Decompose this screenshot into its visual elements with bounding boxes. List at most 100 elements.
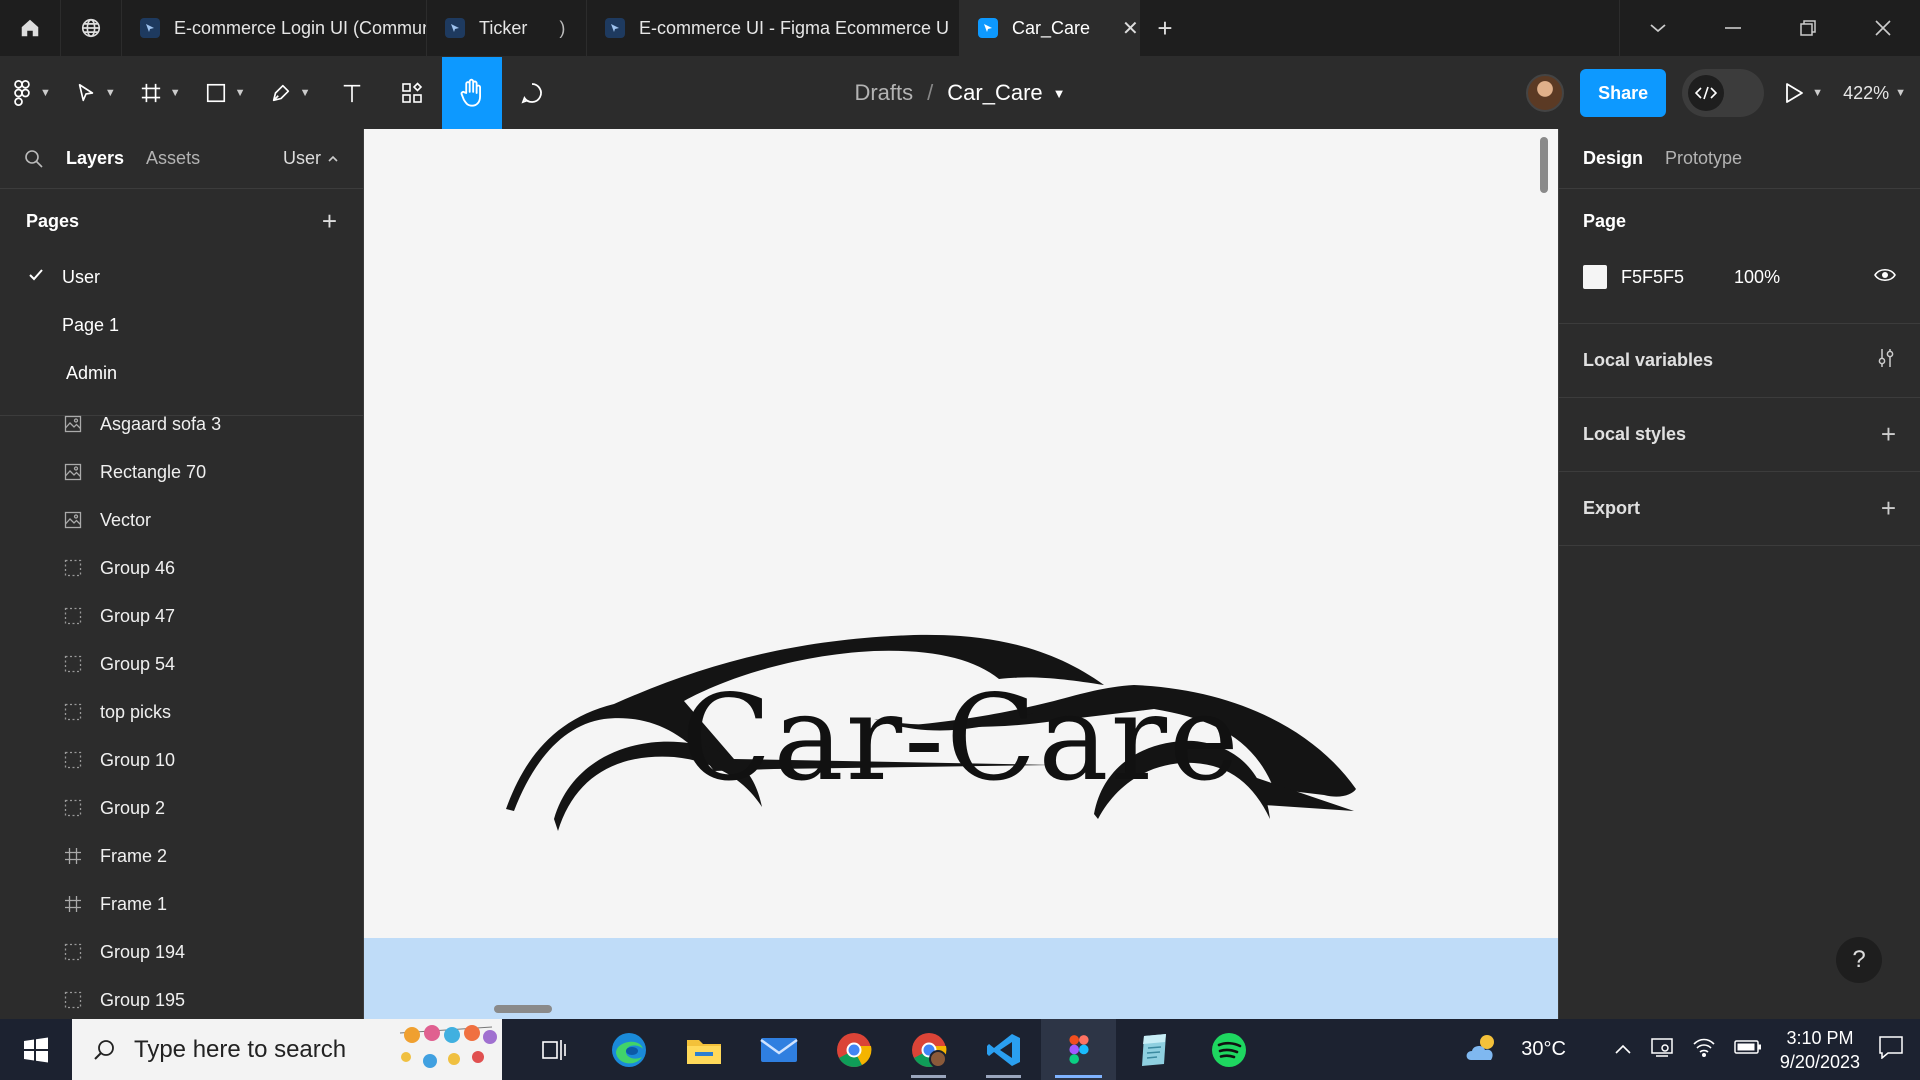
layer-item[interactable]: Group 2 — [0, 784, 363, 832]
chevron-up-icon[interactable] — [1614, 1038, 1632, 1061]
breadcrumb-drafts[interactable]: Drafts — [854, 80, 913, 106]
layer-label: Group 47 — [100, 605, 176, 626]
vertical-scrollbar[interactable] — [1540, 137, 1548, 193]
chrome-icon[interactable] — [816, 1019, 891, 1080]
add-page-button[interactable]: + — [322, 206, 337, 237]
layer-item[interactable]: Vector — [0, 496, 363, 544]
pages-section-header: Pages + — [0, 189, 363, 253]
chevron-down-icon[interactable]: ▼ — [1053, 86, 1066, 101]
page-label: Page 1 — [62, 314, 120, 335]
file-name[interactable]: Car_Care — [947, 80, 1042, 106]
globe-icon[interactable] — [61, 0, 122, 56]
layer-item[interactable]: Group 46 — [0, 544, 363, 592]
eye-icon[interactable] — [1874, 267, 1896, 288]
home-icon[interactable] — [0, 0, 61, 56]
page-item-page-1[interactable]: Page 1 — [0, 301, 363, 349]
page-item-user[interactable]: User — [0, 253, 363, 301]
frame-tool[interactable]: ▼ — [128, 57, 193, 129]
pen-tool[interactable]: ▼ — [258, 57, 323, 129]
color-swatch[interactable] — [1583, 265, 1607, 289]
chrome-profile-icon[interactable] — [891, 1019, 966, 1080]
figma-app-icon[interactable] — [1041, 1019, 1116, 1080]
battery-icon[interactable] — [1734, 1038, 1762, 1061]
meet-now-icon[interactable] — [1650, 1036, 1674, 1064]
figma-logo-icon — [14, 80, 30, 106]
spotify-icon[interactable] — [1191, 1019, 1266, 1080]
main-menu-button[interactable]: ▼ — [0, 57, 63, 129]
page-opacity-value[interactable]: 100% — [1734, 267, 1780, 288]
page-selector[interactable]: User — [283, 148, 339, 169]
close-window-icon[interactable] — [1845, 0, 1920, 56]
figma-file-icon — [140, 18, 160, 38]
dev-mode-toggle[interactable] — [1682, 69, 1765, 117]
add-style-button[interactable]: + — [1881, 419, 1896, 450]
tab-assets[interactable]: Assets — [146, 148, 200, 169]
edge-icon[interactable] — [591, 1019, 666, 1080]
windows-start-icon[interactable] — [0, 1019, 72, 1080]
design-canvas[interactable]: Car-Care — [364, 129, 1558, 1019]
chevron-down-icon: ▼ — [1812, 87, 1824, 99]
new-tab-button[interactable]: + — [1140, 0, 1190, 56]
layer-item[interactable]: Group 47 — [0, 592, 363, 640]
notification-center-icon[interactable] — [1878, 1035, 1904, 1065]
tab-ecommerce-ui[interactable]: E-commerce UI - Figma Ecommerce U — [587, 0, 960, 56]
horizontal-scrollbar[interactable] — [494, 1005, 552, 1013]
resources-tool[interactable] — [382, 57, 442, 129]
zoom-menu[interactable]: 422% ▼ — [1843, 83, 1906, 104]
layer-item[interactable]: Group 195 — [0, 976, 363, 1019]
page-item-admin[interactable]: Admin — [0, 349, 363, 397]
group-icon — [64, 751, 82, 769]
tab-prototype[interactable]: Prototype — [1665, 148, 1742, 169]
tab-ticker[interactable]: Ticker ) — [427, 0, 587, 56]
local-styles-label: Local styles — [1583, 424, 1687, 444]
clock-time: 3:10 PM — [1786, 1027, 1854, 1048]
pen-icon — [272, 84, 289, 102]
layer-item[interactable]: Frame 2 — [0, 832, 363, 880]
system-clock[interactable]: 3:10 PM 9/20/2023 — [1780, 1026, 1860, 1074]
wifi-icon[interactable] — [1692, 1037, 1716, 1063]
pages-title: Pages — [26, 210, 80, 231]
tab-label: Car_Care — [1012, 17, 1091, 38]
layer-item[interactable]: Asgaard sofa 3 — [0, 400, 363, 448]
tab-layers[interactable]: Layers — [66, 148, 124, 169]
notes-app-icon[interactable] — [1116, 1019, 1191, 1080]
present-button[interactable]: ▼ — [1780, 57, 1827, 129]
figma-toolbar: ▼ ▼ ▼ ▼ ▼ Drafts / Car_Care ▼ Share ▼ 42… — [0, 57, 1920, 129]
page-color-value[interactable]: F5F5F5 — [1621, 267, 1684, 288]
share-button[interactable]: Share — [1580, 69, 1667, 117]
layer-item[interactable]: Rectangle 70 — [0, 448, 363, 496]
restore-icon[interactable] — [1770, 0, 1845, 56]
tab-car-care[interactable]: Car_Care ✕ — [960, 0, 1140, 56]
task-view-icon[interactable] — [516, 1019, 591, 1080]
file-explorer-icon[interactable] — [666, 1019, 741, 1080]
search-placeholder: Type here to search — [134, 1035, 347, 1063]
mail-icon[interactable] — [741, 1019, 816, 1080]
avatar[interactable] — [1526, 74, 1565, 112]
shape-tool[interactable]: ▼ — [193, 57, 258, 129]
comment-tool[interactable] — [502, 57, 562, 129]
close-tab-icon[interactable]: ✕ — [1122, 16, 1139, 41]
layer-item[interactable]: Group 194 — [0, 928, 363, 976]
text-tool[interactable] — [322, 57, 382, 129]
sliders-icon[interactable] — [1876, 345, 1896, 376]
hand-tool[interactable] — [442, 57, 503, 129]
layer-item[interactable]: Group 10 — [0, 736, 363, 784]
layer-item[interactable]: Group 54 — [0, 640, 363, 688]
brand-text: Car-Care — [681, 669, 1241, 807]
search-icon[interactable] — [24, 149, 44, 169]
taskbar-search[interactable]: Type here to search — [72, 1019, 502, 1080]
layer-item[interactable]: Frame 1 — [0, 880, 363, 928]
move-tool[interactable]: ▼ — [63, 57, 128, 129]
help-button[interactable]: ? — [1836, 937, 1882, 983]
weather-temperature[interactable]: 30°C — [1521, 1038, 1566, 1061]
weather-cloud-icon[interactable] — [1463, 1032, 1503, 1068]
tab-design[interactable]: Design — [1583, 148, 1643, 169]
minimize-icon[interactable] — [1695, 0, 1770, 56]
properties-tabs: Design Prototype — [1559, 129, 1920, 189]
layer-item[interactable]: top picks — [0, 688, 363, 736]
vscode-icon[interactable] — [966, 1019, 1041, 1080]
tab-list-chevron-icon[interactable] — [1620, 0, 1695, 56]
add-export-button[interactable]: + — [1881, 493, 1896, 524]
tab-ecommerce-login[interactable]: E-commerce Login UI (Community) — [122, 0, 427, 56]
tab-label: Ticker — [479, 17, 528, 38]
